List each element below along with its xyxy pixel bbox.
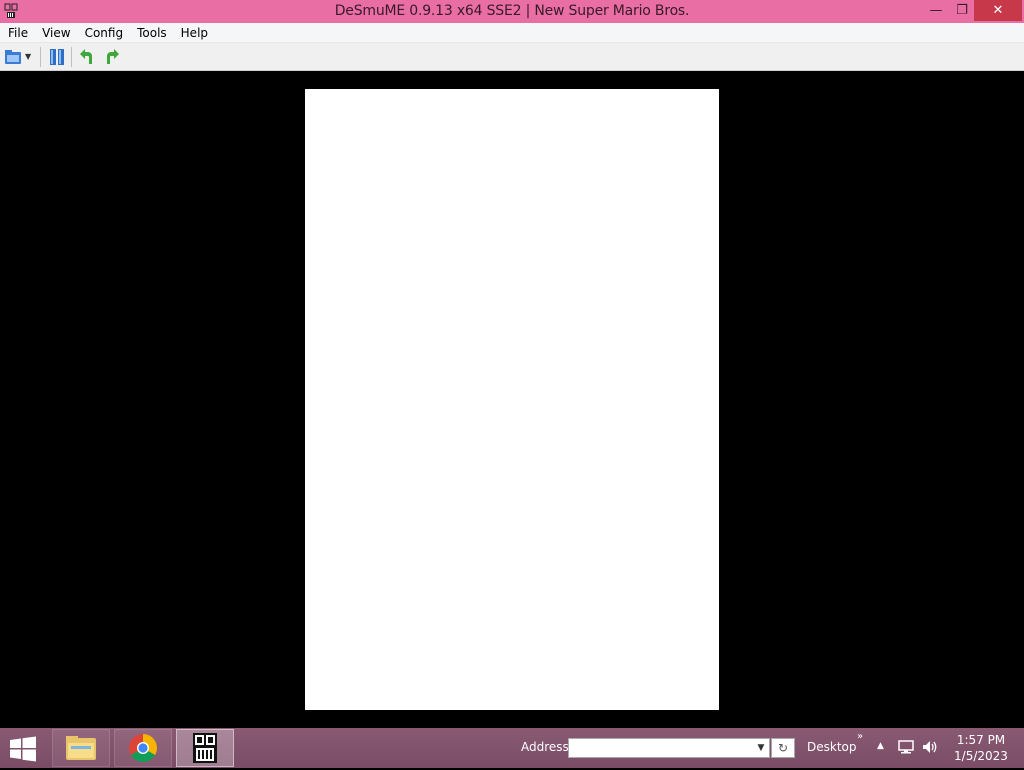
show-hidden-icons-icon[interactable]: ▲ [877, 741, 884, 751]
clock-time: 1:57 PM [956, 733, 1006, 747]
title-bar[interactable]: DeSmuME 0.9.13 x64 SSE2 | New Super Mari… [0, 0, 1024, 23]
menu-tools[interactable]: Tools [130, 23, 174, 43]
windows-start-icon[interactable] [8, 736, 38, 762]
taskbar-desmume[interactable] [176, 729, 234, 767]
menu-view[interactable]: View [35, 23, 77, 43]
desktop-toolbar-label[interactable]: Desktop [807, 740, 857, 754]
pause-icon[interactable] [48, 48, 66, 66]
rotate-left-icon[interactable] [79, 48, 97, 66]
address-toolbar-label: Address [521, 740, 569, 754]
open-rom-icon[interactable] [4, 48, 22, 66]
taskbar: Address ▼ ↻ Desktop » ▲ 1:57 PM 1/5/2023 [0, 728, 1024, 768]
toolbar-overflow-chevron-icon[interactable]: » [857, 731, 863, 742]
address-dropdown-icon[interactable]: ▼ [752, 738, 770, 758]
rotate-right-icon[interactable] [102, 48, 120, 66]
toolbar-separator [40, 47, 41, 67]
menu-config[interactable]: Config [78, 23, 131, 43]
menu-file[interactable]: File [0, 23, 35, 43]
menu-bar: File View Config Tools Help [0, 23, 1024, 43]
system-clock[interactable]: 1:57 PM 1/5/2023 [950, 732, 1012, 764]
close-button[interactable]: ✕ [974, 0, 1022, 21]
taskbar-file-explorer[interactable] [52, 729, 110, 767]
ds-screen[interactable] [305, 89, 719, 710]
address-input[interactable] [568, 738, 770, 758]
volume-icon[interactable] [921, 739, 939, 755]
minimize-button[interactable]: — [922, 0, 950, 21]
restore-button[interactable]: ❐ [950, 0, 974, 21]
taskbar-chrome[interactable] [114, 729, 172, 767]
toolbar-separator [71, 47, 72, 67]
emulator-display-area [0, 71, 1024, 728]
desmume-window: DeSmuME 0.9.13 x64 SSE2 | New Super Mari… [0, 0, 1024, 728]
address-refresh-icon[interactable]: ↻ [771, 738, 795, 758]
toolbar: ▼ [0, 43, 1024, 71]
menu-help[interactable]: Help [174, 23, 215, 43]
open-rom-dropdown-icon[interactable]: ▼ [25, 52, 35, 70]
window-title: DeSmuME 0.9.13 x64 SSE2 | New Super Mari… [334, 3, 690, 19]
clock-date: 1/5/2023 [954, 749, 1008, 763]
file-explorer-icon [66, 736, 96, 760]
chrome-icon [129, 734, 157, 762]
desmume-icon [193, 733, 217, 763]
network-icon[interactable] [898, 739, 914, 755]
